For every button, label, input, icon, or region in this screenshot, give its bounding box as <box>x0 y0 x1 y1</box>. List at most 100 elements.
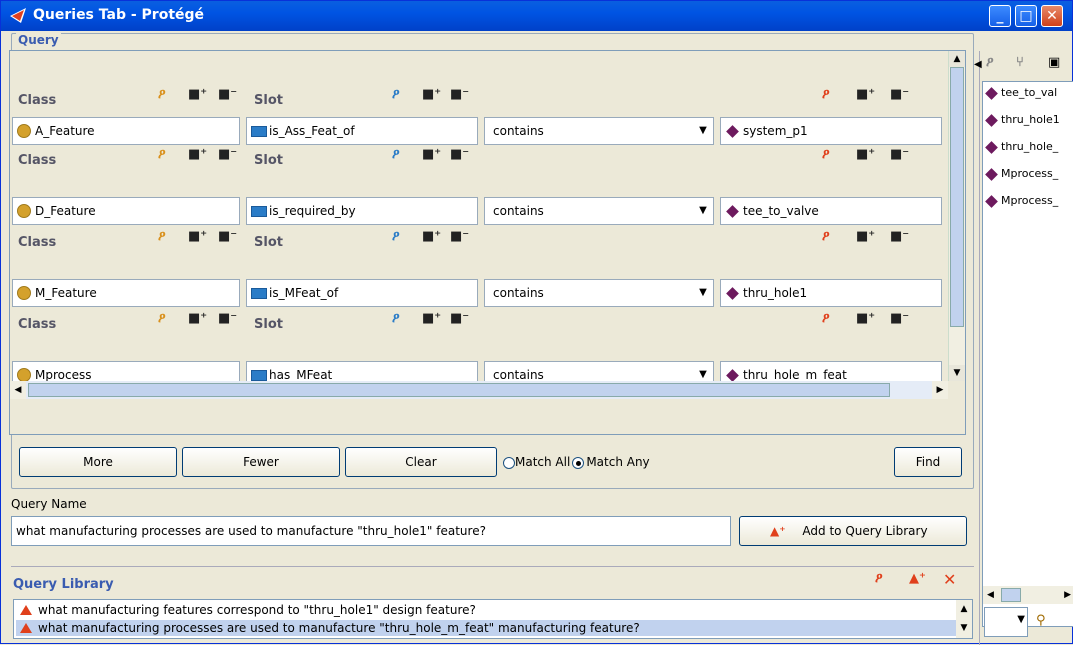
close-button[interactable]: ✕ <box>1041 5 1063 27</box>
find-button[interactable]: Find <box>894 447 962 477</box>
query-row: Class ዖ ■⁺ ■⁻ Slot ዖ ■⁺ ■⁻ ዖ ■⁺ ■⁻ M_Fea… <box>10 215 942 307</box>
remove-value-icon[interactable]: ■⁻ <box>890 87 909 102</box>
select-class-icon[interactable]: ዖ <box>158 311 166 326</box>
remove-slot-icon[interactable]: ■⁻ <box>450 311 469 326</box>
slot-icon <box>251 370 267 381</box>
clear-button[interactable]: Clear <box>345 447 497 477</box>
select-value-icon[interactable]: ዖ <box>822 311 830 326</box>
class-label: Class <box>18 317 57 332</box>
maximize-button[interactable]: □ <box>1015 5 1037 27</box>
instance-item[interactable]: tee_to_val <box>983 82 1073 109</box>
scroll-right-arrow-icon[interactable]: ▶ <box>1064 586 1071 604</box>
collapse-arrow-icon[interactable]: ◀ <box>974 59 982 70</box>
instance-search-select[interactable]: ▼ <box>984 607 1028 637</box>
value-text: thru_hole_m_feat <box>743 368 847 382</box>
query-row: Class ዖ ■⁺ ■⁻ Slot ዖ ■⁺ ■⁻ ዖ ■⁺ ■⁻ A_Fea… <box>10 51 942 145</box>
add-row-icon[interactable]: ■⁺ <box>188 147 207 162</box>
select-class-icon[interactable]: ዖ <box>158 147 166 162</box>
run-query-icon[interactable]: ዖ <box>875 571 883 586</box>
add-query-icon[interactable]: ▲⁺ <box>909 571 926 586</box>
add-value-icon[interactable]: ■⁺ <box>856 311 875 326</box>
select-class-icon[interactable]: ዖ <box>158 87 166 102</box>
main-window: Queries Tab - Protégé _ □ ✕ Query Class … <box>0 0 1073 645</box>
remove-slot-icon[interactable]: ■⁻ <box>450 229 469 244</box>
instance-panel: ◀ ዖ ⑂ ▣ tee_to_val thru_hole1 thru_hole_… <box>974 51 1073 645</box>
library-item[interactable]: what manufacturing features correspond t… <box>16 602 961 618</box>
slot-label: Slot <box>254 235 283 250</box>
instance-item[interactable]: thru_hole_ <box>983 136 1073 163</box>
remove-value-icon[interactable]: ■⁻ <box>890 311 909 326</box>
query-name-input[interactable]: what manufacturing processes are used to… <box>11 516 731 546</box>
remove-slot-icon[interactable]: ■⁻ <box>450 147 469 162</box>
library-item[interactable]: what manufacturing processes are used to… <box>16 620 961 636</box>
scroll-up-arrow-icon[interactable]: ▲ <box>956 600 972 619</box>
more-button[interactable]: More <box>19 447 177 477</box>
add-value-icon[interactable]: ■⁺ <box>856 147 875 162</box>
remove-row-icon[interactable]: ■⁻ <box>218 147 237 162</box>
delete-query-icon[interactable]: ✕ <box>943 570 956 589</box>
instance-icon <box>726 369 739 382</box>
fewer-button[interactable]: Fewer <box>182 447 340 477</box>
remove-row-icon[interactable]: ■⁻ <box>218 87 237 102</box>
add-to-library-button[interactable]: ▲⁺ Add to Query Library <box>739 516 967 546</box>
scroll-down-arrow-icon[interactable]: ▼ <box>949 365 965 381</box>
select-value-icon[interactable]: ዖ <box>822 147 830 162</box>
query-horizontal-scrollbar[interactable]: ◀ ▶ <box>10 381 948 399</box>
horizontal-scroll-thumb[interactable] <box>1001 588 1021 602</box>
find-instance-icon[interactable]: ዖ <box>986 55 994 70</box>
match-all-radio[interactable] <box>503 456 515 469</box>
match-any-radio[interactable] <box>572 456 585 469</box>
remove-value-icon[interactable]: ■⁻ <box>890 229 909 244</box>
instance-item-label: Mprocess_ <box>1001 167 1059 180</box>
slot-value: has_MFeat <box>269 368 333 382</box>
match-mode-group: Match All Match Any <box>503 455 650 469</box>
instance-item-label: thru_hole_ <box>1001 140 1059 153</box>
remove-row-icon[interactable]: ■⁻ <box>218 311 237 326</box>
instance-item[interactable]: Mprocess_ <box>983 190 1073 217</box>
scroll-right-arrow-icon[interactable]: ▶ <box>932 381 948 399</box>
match-any-label: Match Any <box>586 455 650 469</box>
hierarchy-icon[interactable]: ⑂ <box>1016 55 1024 70</box>
add-row-icon[interactable]: ■⁺ <box>188 229 207 244</box>
instance-item[interactable]: thru_hole1 <box>983 109 1073 136</box>
class-label: Class <box>18 235 57 250</box>
select-value-icon[interactable]: ዖ <box>822 229 830 244</box>
scroll-left-arrow-icon[interactable]: ◀ <box>10 381 26 399</box>
remove-slot-icon[interactable]: ■⁻ <box>450 87 469 102</box>
binoculars-icon[interactable]: ⚲ <box>1036 613 1046 628</box>
add-value-icon[interactable]: ■⁺ <box>856 87 875 102</box>
class-label: Class <box>18 93 57 108</box>
view-icon[interactable]: ▣ <box>1048 55 1060 70</box>
query-icon <box>20 623 32 633</box>
select-slot-icon[interactable]: ዖ <box>392 147 400 162</box>
add-row-icon[interactable]: ■⁺ <box>188 87 207 102</box>
library-scrollbar[interactable]: ▲ ▼ <box>956 600 972 638</box>
add-value-icon[interactable]: ■⁺ <box>856 229 875 244</box>
select-slot-icon[interactable]: ዖ <box>392 87 400 102</box>
scroll-thumb[interactable] <box>950 67 964 327</box>
instance-item[interactable]: Mprocess_ <box>983 163 1073 190</box>
horizontal-scroll-thumb[interactable] <box>28 383 890 397</box>
add-slot-icon[interactable]: ■⁺ <box>422 147 441 162</box>
select-value-icon[interactable]: ዖ <box>822 87 830 102</box>
select-slot-icon[interactable]: ዖ <box>392 229 400 244</box>
query-vertical-scrollbar[interactable]: ▲ ▼ <box>948 51 965 381</box>
select-slot-icon[interactable]: ዖ <box>392 311 400 326</box>
scroll-left-arrow-icon[interactable]: ◀ <box>987 586 994 604</box>
scroll-up-arrow-icon[interactable]: ▲ <box>949 51 965 67</box>
add-slot-icon[interactable]: ■⁺ <box>422 229 441 244</box>
chevron-down-icon[interactable]: ▼ <box>1017 614 1025 625</box>
minimize-button[interactable]: _ <box>989 5 1011 27</box>
operator-value: contains <box>493 368 544 382</box>
select-class-icon[interactable]: ዖ <box>158 229 166 244</box>
query-row: Class ዖ ■⁺ ■⁻ Slot ዖ ■⁺ ■⁻ ዖ ■⁺ ■⁻ D_Fea… <box>10 133 942 225</box>
instance-icon <box>985 87 998 100</box>
add-row-icon[interactable]: ■⁺ <box>188 311 207 326</box>
add-slot-icon[interactable]: ■⁺ <box>422 311 441 326</box>
library-item-text: what manufacturing processes are used to… <box>38 621 640 635</box>
add-slot-icon[interactable]: ■⁺ <box>422 87 441 102</box>
remove-value-icon[interactable]: ■⁻ <box>890 147 909 162</box>
remove-row-icon[interactable]: ■⁻ <box>218 229 237 244</box>
instance-horizontal-scrollbar[interactable]: ◀ ▶ <box>983 586 1073 604</box>
scroll-down-arrow-icon[interactable]: ▼ <box>956 619 972 638</box>
